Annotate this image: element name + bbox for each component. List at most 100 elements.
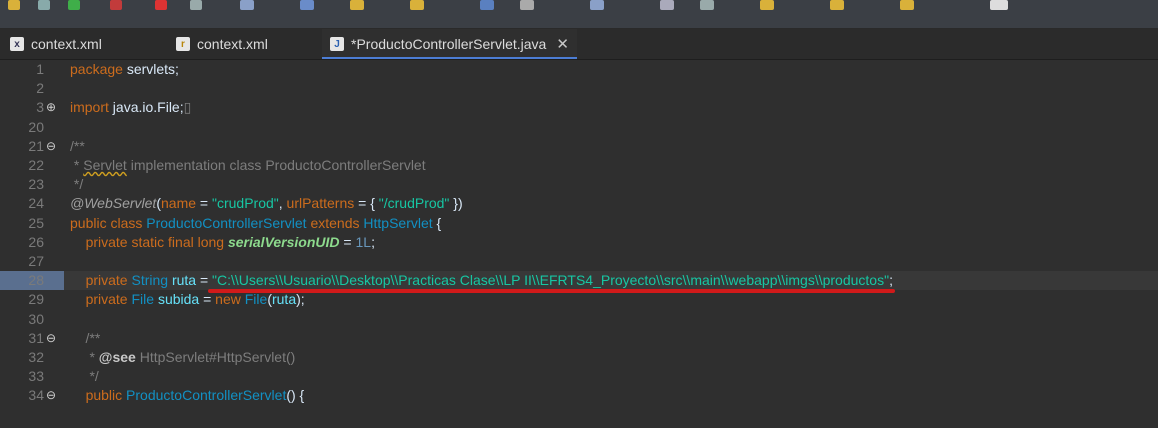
fold-expand-icon[interactable]: ⊕ bbox=[44, 98, 58, 117]
toolbar-icon[interactable] bbox=[410, 0, 424, 10]
line-number: 24 bbox=[28, 195, 44, 212]
toolbar-icon[interactable] bbox=[590, 0, 604, 10]
code-token: package bbox=[70, 61, 123, 77]
toolbar-icon[interactable] bbox=[990, 0, 1008, 10]
line-number: 30 bbox=[28, 310, 44, 327]
line-number: 26 bbox=[28, 233, 44, 250]
code-token: HttpServlet#HttpServlet() bbox=[135, 349, 296, 365]
code-text: /** bbox=[70, 137, 85, 156]
code-line[interactable]: 27 bbox=[0, 252, 1158, 271]
line-number: 31 bbox=[28, 329, 44, 346]
code-token: = bbox=[339, 233, 356, 250]
code-line[interactable]: 31 ⊖ /** bbox=[0, 329, 1158, 348]
code-line[interactable]: 21 ⊖ /** bbox=[0, 137, 1158, 156]
code-text: public ProductoControllerServlet() { bbox=[70, 386, 305, 405]
code-line[interactable]: 26 private static final long serialVersi… bbox=[0, 233, 1158, 252]
code-line[interactable]: 33 */ bbox=[0, 367, 1158, 386]
code-token: "C:\\Users\\Usuario\\Desktop\\Practicas … bbox=[212, 272, 890, 289]
toolbar-icon[interactable] bbox=[38, 0, 50, 10]
code-text: */ bbox=[70, 175, 83, 194]
code-token: () { bbox=[286, 387, 305, 404]
line-number: 34 bbox=[28, 387, 44, 404]
toolbar-icon[interactable] bbox=[350, 0, 364, 10]
toolbar-icon[interactable] bbox=[155, 0, 167, 10]
red-annotation-underline bbox=[208, 289, 896, 294]
toolbar-icon[interactable] bbox=[760, 0, 774, 10]
code-token: String bbox=[131, 272, 169, 289]
context-file-icon: r bbox=[176, 37, 190, 51]
code-token: new bbox=[215, 291, 241, 308]
code-token: ; bbox=[889, 272, 893, 289]
code-token: /** bbox=[70, 329, 101, 346]
toolbar-icon[interactable] bbox=[830, 0, 844, 10]
code-token: private bbox=[85, 291, 128, 308]
code-editor[interactable]: 1 package servlets; 2 3 ⊕ import java.io.File… bbox=[0, 60, 1158, 428]
fold-collapse-icon[interactable]: ⊖ bbox=[44, 386, 58, 405]
code-token: extends bbox=[310, 214, 360, 231]
toolbar-icon[interactable] bbox=[900, 0, 914, 10]
fold-collapse-icon[interactable]: ⊖ bbox=[44, 329, 58, 348]
line-number: 3 bbox=[36, 99, 44, 116]
code-text: * Servlet implementation class ProductoC… bbox=[70, 156, 426, 175]
toolbar-icon[interactable] bbox=[8, 0, 20, 10]
code-token: urlPatterns bbox=[286, 195, 355, 212]
code-token: * bbox=[70, 349, 99, 365]
toolbar-icon[interactable] bbox=[110, 0, 122, 10]
fold-collapse-icon[interactable]: ⊖ bbox=[44, 137, 58, 156]
code-text: /** bbox=[70, 329, 101, 348]
code-line[interactable]: 32 * @see HttpServlet#HttpServlet() bbox=[0, 348, 1158, 367]
code-token: ruta bbox=[171, 272, 197, 289]
tab-producto-controller-servlet[interactable]: J *ProductoControllerServlet.java ✕ bbox=[322, 29, 577, 59]
code-line[interactable]: 24 @WebServlet(name = "crudProd", urlPatt… bbox=[0, 194, 1158, 213]
line-number: 25 bbox=[28, 214, 44, 231]
code-token: File bbox=[131, 291, 155, 308]
code-line[interactable]: 20 bbox=[0, 118, 1158, 137]
code-text: private static final long serialVersionU… bbox=[70, 233, 375, 252]
code-token: private static final long bbox=[85, 233, 225, 250]
code-token: = bbox=[199, 291, 216, 308]
code-line[interactable]: 1 package servlets; bbox=[0, 60, 1158, 79]
code-token: { bbox=[432, 214, 442, 231]
tab-label: context.xml bbox=[197, 36, 268, 52]
close-icon[interactable]: ✕ bbox=[556, 35, 569, 53]
code-line[interactable]: 25 public class ProductoControllerServlet… bbox=[0, 214, 1158, 233]
toolbar-icon[interactable] bbox=[300, 0, 314, 10]
code-token: java.io.File; bbox=[108, 99, 184, 116]
code-token: servlets; bbox=[122, 61, 179, 77]
toolbar-icon[interactable] bbox=[240, 0, 254, 10]
code-token: ; bbox=[371, 233, 375, 250]
code-line[interactable]: 28 private String ruta = "C:\\Users\\Usu… bbox=[0, 271, 1158, 291]
code-line[interactable]: 30 bbox=[0, 310, 1158, 329]
line-number: 33 bbox=[28, 368, 44, 385]
code-line[interactable]: 2 bbox=[0, 79, 1158, 98]
line-number: 28 bbox=[28, 272, 44, 289]
code-token: "crudProd" bbox=[212, 195, 279, 212]
code-token: = bbox=[196, 195, 212, 212]
code-token: , bbox=[278, 195, 287, 212]
toolbar-icon[interactable] bbox=[68, 0, 80, 10]
code-token: public class bbox=[70, 214, 143, 231]
code-text: public class ProductoControllerServlet e… bbox=[70, 214, 441, 233]
code-token: File bbox=[244, 291, 268, 308]
toolbar-icon[interactable] bbox=[700, 0, 714, 10]
code-token: ); bbox=[296, 291, 305, 308]
code-line[interactable]: 22 * Servlet implementation class Produc… bbox=[0, 156, 1158, 175]
code-line[interactable]: 34 ⊖ public ProductoControllerServlet() { bbox=[0, 386, 1158, 405]
toolbar-icon[interactable] bbox=[660, 0, 674, 10]
code-token: ProductoControllerServlet bbox=[126, 387, 287, 404]
code-token: ProductoControllerServlet bbox=[146, 214, 307, 231]
code-token: "/crudProd" bbox=[378, 195, 450, 212]
toolbar-icon[interactable] bbox=[520, 0, 534, 10]
tab-context-xml-1[interactable]: x context.xml bbox=[10, 29, 102, 59]
code-line[interactable]: 23 */ bbox=[0, 175, 1158, 194]
toolbar-icon[interactable] bbox=[190, 0, 202, 10]
toolbar-icon[interactable] bbox=[480, 0, 494, 10]
tab-context-xml-2[interactable]: r context.xml bbox=[176, 29, 268, 59]
code-token: ruta bbox=[271, 291, 297, 308]
code-line[interactable]: 29 private File subida = new File(ruta); bbox=[0, 290, 1158, 309]
code-line[interactable]: 3 ⊕ import java.io.File;▯ bbox=[0, 98, 1158, 117]
